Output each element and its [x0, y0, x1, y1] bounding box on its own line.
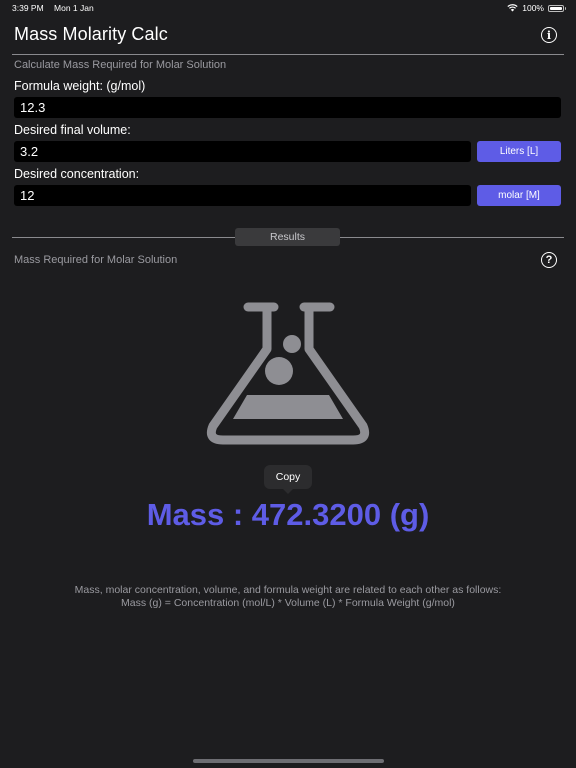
volume-label: Desired final volume: — [14, 123, 131, 137]
status-date: Mon 1 Jan — [54, 3, 94, 13]
flask-icon — [206, 302, 370, 445]
mass-result[interactable]: Mass : 472.3200 (g) — [0, 497, 576, 533]
copy-button[interactable]: Copy — [264, 465, 312, 494]
formula-weight-input[interactable]: 12.3 — [14, 97, 561, 118]
header-divider — [12, 54, 564, 55]
question-icon: ? — [545, 254, 553, 266]
concentration-input[interactable]: 12 — [14, 185, 471, 206]
results-section-title: Mass Required for Molar Solution — [14, 254, 178, 266]
battery-icon — [548, 4, 566, 12]
status-bar-right: 100% — [507, 3, 566, 13]
calc-section-title: Calculate Mass Required for Molar Soluti… — [14, 59, 227, 71]
explanation-line-2: Mass (g) = Concentration (mol/L) * Volum… — [121, 597, 455, 609]
concentration-label: Desired concentration: — [14, 167, 140, 181]
help-button[interactable]: ? — [541, 252, 557, 268]
formula-weight-label: Formula weight: (g/mol) — [14, 79, 146, 93]
battery-percentage: 100% — [522, 3, 544, 13]
concentration-unit-button[interactable]: molar [M] — [477, 185, 561, 206]
explanation-line-1: Mass, molar concentration, volume, and f… — [74, 584, 502, 596]
status-bar-left: 3:39 PM Mon 1 Jan — [12, 3, 102, 13]
info-icon: i — [546, 28, 552, 42]
volume-unit-button[interactable]: Liters [L] — [477, 141, 561, 162]
app-title: Mass Molarity Calc — [14, 24, 168, 44]
results-tab: Results — [235, 228, 340, 246]
home-indicator[interactable] — [193, 759, 384, 763]
volume-input[interactable]: 3.2 — [14, 141, 471, 162]
status-time: 3:39 PM — [12, 3, 44, 13]
wifi-icon — [507, 4, 518, 12]
info-button[interactable]: i — [541, 27, 557, 43]
